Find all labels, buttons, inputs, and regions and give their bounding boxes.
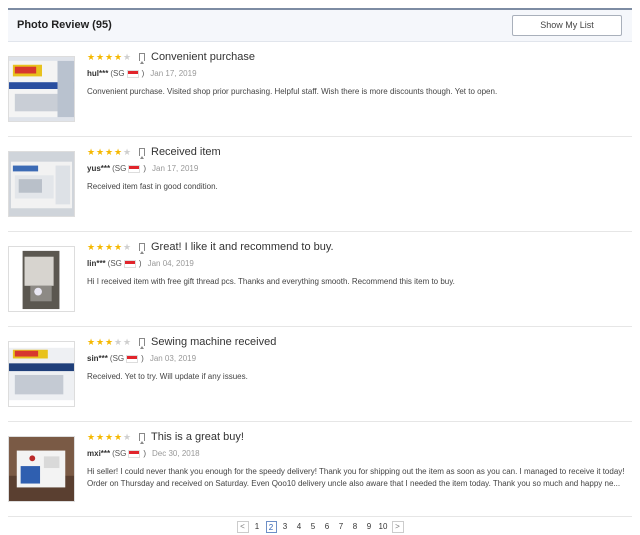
review-title: This is a great buy! <box>151 431 244 443</box>
review-item: ★ ★ ★ ★ ★ This is a great buy! mxi*** (SG ) … <box>8 422 632 517</box>
prev-page-button[interactable]: < <box>236 521 249 533</box>
show-my-list-button[interactable]: Show My List <box>512 15 622 36</box>
review-photo-thumbnail[interactable] <box>8 151 75 217</box>
review-item: ★ ★ ★ ★ ★ Great! I like it and recommend to … <box>8 232 632 327</box>
review-item: ★ ★ ★ ★ ★ Convenient purchase hul*** (SG ) J… <box>8 42 632 137</box>
bookmark-icon[interactable] <box>139 433 145 444</box>
star-empty-icon: ★ <box>123 432 132 442</box>
review-title: Received item <box>151 146 221 158</box>
star-filled-icon: ★ <box>96 432 105 442</box>
rating-stars: ★ ★ ★ ★ ★ <box>87 432 132 442</box>
star-filled-icon: ★ <box>114 432 123 442</box>
review-photo-thumbnail[interactable] <box>8 246 75 312</box>
star-filled-icon: ★ <box>96 52 105 62</box>
singapore-flag-icon <box>126 69 139 78</box>
star-empty-icon: ★ <box>123 52 132 62</box>
star-filled-icon: ★ <box>87 52 96 62</box>
sewing-machine-photo <box>9 247 74 311</box>
review-photo-thumbnail[interactable] <box>8 436 75 502</box>
singapore-flag-icon <box>128 449 141 458</box>
reviewer-country: (SG <box>112 164 127 173</box>
review-date: Jan 17, 2019 <box>152 164 199 173</box>
bookmark-icon[interactable] <box>139 53 145 64</box>
star-empty-icon: ★ <box>123 337 132 347</box>
star-filled-icon: ★ <box>114 242 123 252</box>
star-filled-icon: ★ <box>105 242 114 252</box>
review-date: Jan 04, 2019 <box>147 259 194 268</box>
singapore-flag-icon <box>128 164 141 173</box>
page-button[interactable]: 8 <box>350 521 361 533</box>
star-filled-icon: ★ <box>105 337 114 347</box>
reviewer-country: (SG <box>107 259 122 268</box>
reviewer-name: hul*** <box>87 69 109 78</box>
rating-stars: ★ ★ ★ ★ ★ <box>87 337 132 347</box>
star-empty-icon: ★ <box>123 242 132 252</box>
rating-stars: ★ ★ ★ ★ ★ <box>87 242 132 252</box>
page-button[interactable]: 5 <box>308 521 319 533</box>
rating-stars: ★ ★ ★ ★ ★ <box>87 52 132 62</box>
next-page-button[interactable]: > <box>391 521 404 533</box>
bookmark-icon[interactable] <box>139 243 145 254</box>
review-text: Hi I received item with free gift thread… <box>87 277 455 286</box>
sewing-machine-photo <box>9 437 74 501</box>
review-photo-thumbnail[interactable] <box>8 56 75 122</box>
reviewer-country: (SG <box>112 449 127 458</box>
star-filled-icon: ★ <box>114 52 123 62</box>
rating-stars: ★ ★ ★ ★ ★ <box>87 147 132 157</box>
review-title: Sewing machine received <box>151 336 277 348</box>
review-photo-thumbnail[interactable] <box>8 341 75 407</box>
review-item: ★ ★ ★ ★ ★ Sewing machine received sin*** (SG… <box>8 327 632 422</box>
photo-review-title: Photo Review (95) <box>17 19 112 31</box>
pagination: < 1 2 3 4 5 6 7 8 9 10 > <box>0 520 640 534</box>
review-text: Received. Yet to try. Will update if any… <box>87 372 248 381</box>
star-filled-icon: ★ <box>114 147 123 157</box>
star-filled-icon: ★ <box>105 432 114 442</box>
review-date: Dec 30, 2018 <box>152 449 200 458</box>
star-filled-icon: ★ <box>87 337 96 347</box>
page-button[interactable]: 7 <box>336 521 347 533</box>
star-filled-icon: ★ <box>87 432 96 442</box>
review-date: Jan 17, 2019 <box>150 69 197 78</box>
star-filled-icon: ★ <box>96 147 105 157</box>
review-item: ★ ★ ★ ★ ★ Received item yus*** (SG ) Jan 17,… <box>8 137 632 232</box>
star-filled-icon: ★ <box>105 147 114 157</box>
reviewer-country: (SG <box>110 69 125 78</box>
photo-review-header: Photo Review (95) Show My List <box>8 8 632 42</box>
singapore-flag-icon <box>123 259 136 268</box>
page-button[interactable]: 4 <box>294 521 305 533</box>
page-button[interactable]: 6 <box>322 521 333 533</box>
review-text: Convenient purchase. Visited shop prior … <box>87 87 498 96</box>
star-empty-icon: ★ <box>123 147 132 157</box>
sewing-machine-box-photo <box>9 152 74 216</box>
star-filled-icon: ★ <box>105 52 114 62</box>
star-filled-icon: ★ <box>96 242 105 252</box>
reviewer-name: mxi*** <box>87 449 111 458</box>
review-title: Convenient purchase <box>151 51 255 63</box>
star-filled-icon: ★ <box>87 242 96 252</box>
star-filled-icon: ★ <box>96 337 105 347</box>
star-filled-icon: ★ <box>87 147 96 157</box>
sewing-machine-box-photo <box>9 342 74 406</box>
review-title: Great! I like it and recommend to buy. <box>151 241 334 253</box>
page-button[interactable]: 1 <box>252 521 263 533</box>
reviewer-name: sin*** <box>87 354 108 363</box>
review-text: Received item fast in good condition. <box>87 182 218 191</box>
star-empty-icon: ★ <box>114 337 123 347</box>
current-page-button[interactable]: 2 <box>265 521 277 533</box>
bookmark-icon[interactable] <box>139 148 145 159</box>
sewing-machine-box-photo <box>9 57 74 121</box>
reviewer-country: (SG <box>109 354 125 363</box>
page-button[interactable]: 9 <box>364 521 375 533</box>
reviewer-name: yus*** <box>87 164 111 173</box>
singapore-flag-icon <box>126 354 139 363</box>
review-text: Hi seller! I could never thank you enoug… <box>87 467 625 488</box>
review-date: Jan 03, 2019 <box>149 354 197 363</box>
bookmark-icon[interactable] <box>139 338 145 349</box>
reviewer-name: lin*** <box>87 259 106 268</box>
page-button[interactable]: 3 <box>280 521 291 533</box>
page-button[interactable]: 10 <box>378 521 389 533</box>
